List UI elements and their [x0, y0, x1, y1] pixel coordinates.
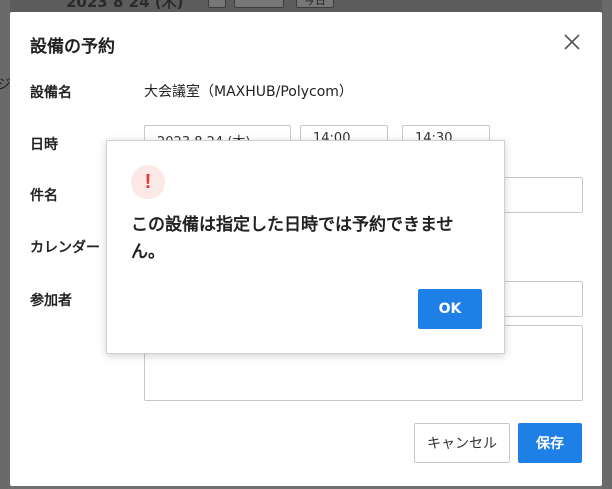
background-right-edge	[602, 0, 612, 489]
alert-icon: !	[131, 165, 165, 199]
background-date: 2023 8 24 (木)	[66, 0, 184, 11]
calendar-label: カレンダー	[30, 240, 100, 256]
alert-dialog: ! この設備は指定した日時では予約できません。 OK	[106, 140, 505, 354]
modal-title: 設備の予約	[30, 37, 115, 57]
close-icon	[564, 34, 580, 50]
save-button[interactable]: 保存	[518, 423, 582, 463]
close-button[interactable]	[562, 32, 582, 52]
facility-label: 設備名	[30, 85, 72, 101]
participants-label: 参加者	[30, 293, 72, 309]
alert-message: この設備は指定した日時では予約できません。	[131, 215, 454, 262]
facility-value: 大会議室（MAXHUB/Polycom）	[144, 84, 353, 100]
background-calendar-button	[208, 0, 226, 8]
exclamation-icon: !	[144, 171, 152, 193]
cancel-button[interactable]: キャンセル	[414, 423, 510, 463]
background-today-button: 今日	[296, 0, 334, 8]
datetime-label: 日時	[30, 137, 58, 153]
subject-label: 件名	[30, 188, 58, 204]
ok-button[interactable]: OK	[418, 289, 482, 329]
background-toolbar: 2023 8 24 (木) 今日	[0, 0, 612, 12]
background-left-edge: ジ	[0, 0, 11, 489]
background-nav-buttons	[234, 0, 284, 8]
